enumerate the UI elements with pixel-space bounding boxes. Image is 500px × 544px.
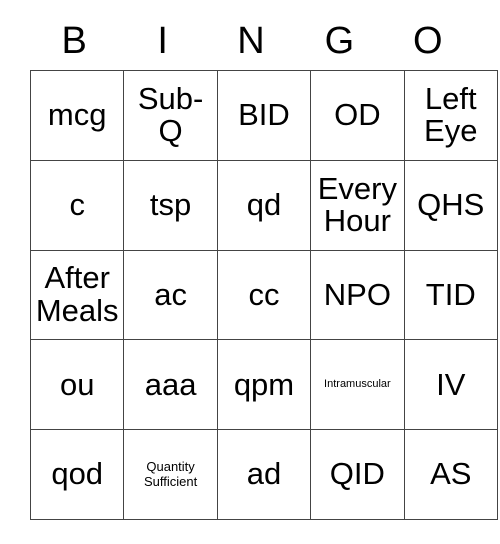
bingo-row: qod Quantity Sufficient ad QID AS: [29, 429, 498, 520]
bingo-cell[interactable]: Intramuscular: [310, 339, 405, 431]
bingo-row: mcg Sub-Q BID OD Left Eye: [29, 70, 498, 161]
bingo-grid: mcg Sub-Q BID OD Left Eye c tsp qd Every…: [29, 70, 498, 520]
bingo-cell[interactable]: Left Eye: [403, 70, 498, 161]
bingo-cell-label: Intramuscular: [324, 378, 391, 391]
bingo-card: B I N G O mcg Sub-Q BID OD Left Eye c ts…: [29, 12, 498, 520]
bingo-cell-label: OD: [334, 97, 381, 133]
bingo-cell[interactable]: tsp: [123, 159, 218, 251]
bingo-cell-label: QHS: [417, 186, 485, 222]
bingo-cell[interactable]: mcg: [29, 70, 125, 161]
bingo-cell-label: qpm: [233, 366, 295, 402]
bingo-cell-label: ac: [154, 276, 187, 312]
bingo-header-letter-o: O: [413, 20, 443, 62]
bingo-cell-label: mcg: [47, 97, 107, 133]
bingo-header-letter-b: B: [61, 20, 87, 62]
bingo-cell[interactable]: aaa: [123, 339, 218, 431]
bingo-cell-label: IV: [436, 366, 466, 402]
bingo-cell-label: AS: [430, 456, 472, 492]
bingo-cell[interactable]: IV: [403, 339, 498, 431]
bingo-cell-label: After Meals: [35, 260, 119, 328]
bingo-cell[interactable]: qd: [216, 159, 312, 251]
bingo-cell[interactable]: NPO: [310, 249, 405, 341]
bingo-cell-label: Left Eye: [424, 80, 478, 149]
bingo-cell-label: TID: [425, 276, 476, 312]
bingo-cell-label: ad: [246, 456, 282, 492]
bingo-cell-label: cc: [248, 276, 280, 312]
bingo-row: ou aaa qpm Intramuscular IV: [29, 339, 498, 431]
bingo-cell-label: BID: [238, 97, 290, 133]
bingo-cell[interactable]: Every Hour: [310, 159, 405, 251]
bingo-row: After Meals ac cc NPO TID: [29, 249, 498, 341]
bingo-cell[interactable]: AS: [403, 429, 498, 520]
bingo-cell-label: NPO: [323, 276, 391, 312]
bingo-cell-label: tsp: [149, 186, 192, 222]
bingo-cell[interactable]: TID: [403, 249, 498, 341]
bingo-cell[interactable]: ad: [216, 429, 312, 520]
bingo-cell-label: QID: [329, 456, 385, 492]
bingo-cell[interactable]: After Meals: [29, 249, 125, 341]
bingo-cell[interactable]: Quantity Sufficient: [123, 429, 218, 520]
bingo-cell[interactable]: QID: [310, 429, 405, 520]
bingo-cell-label: qd: [246, 186, 282, 222]
bingo-header-letter-g: G: [324, 20, 355, 62]
bingo-header-letter-n: N: [237, 20, 265, 62]
bingo-cell[interactable]: c: [29, 159, 125, 251]
bingo-header-letter-i: I: [157, 20, 168, 62]
bingo-cell[interactable]: qod: [29, 429, 125, 520]
bingo-cell-label: c: [69, 186, 85, 222]
bingo-cell[interactable]: ou: [29, 339, 125, 431]
bingo-cell[interactable]: OD: [310, 70, 405, 161]
bingo-header-row: B I N G O: [30, 12, 472, 70]
bingo-cell[interactable]: cc: [216, 249, 312, 341]
bingo-cell-label: ou: [59, 366, 95, 402]
bingo-cell-label: qod: [51, 456, 104, 492]
bingo-cell[interactable]: Sub-Q: [123, 70, 218, 161]
bingo-cell-label: Sub-Q: [137, 80, 204, 149]
bingo-row: c tsp qd Every Hour QHS: [29, 159, 498, 251]
bingo-cell[interactable]: BID: [216, 70, 312, 161]
bingo-cell-label: aaa: [144, 366, 197, 402]
bingo-cell-label: Quantity Sufficient: [143, 458, 198, 489]
bingo-cell[interactable]: ac: [123, 249, 218, 341]
bingo-cell-label: Every Hour: [317, 170, 397, 239]
bingo-cell[interactable]: QHS: [403, 159, 498, 251]
bingo-cell[interactable]: qpm: [216, 339, 312, 431]
